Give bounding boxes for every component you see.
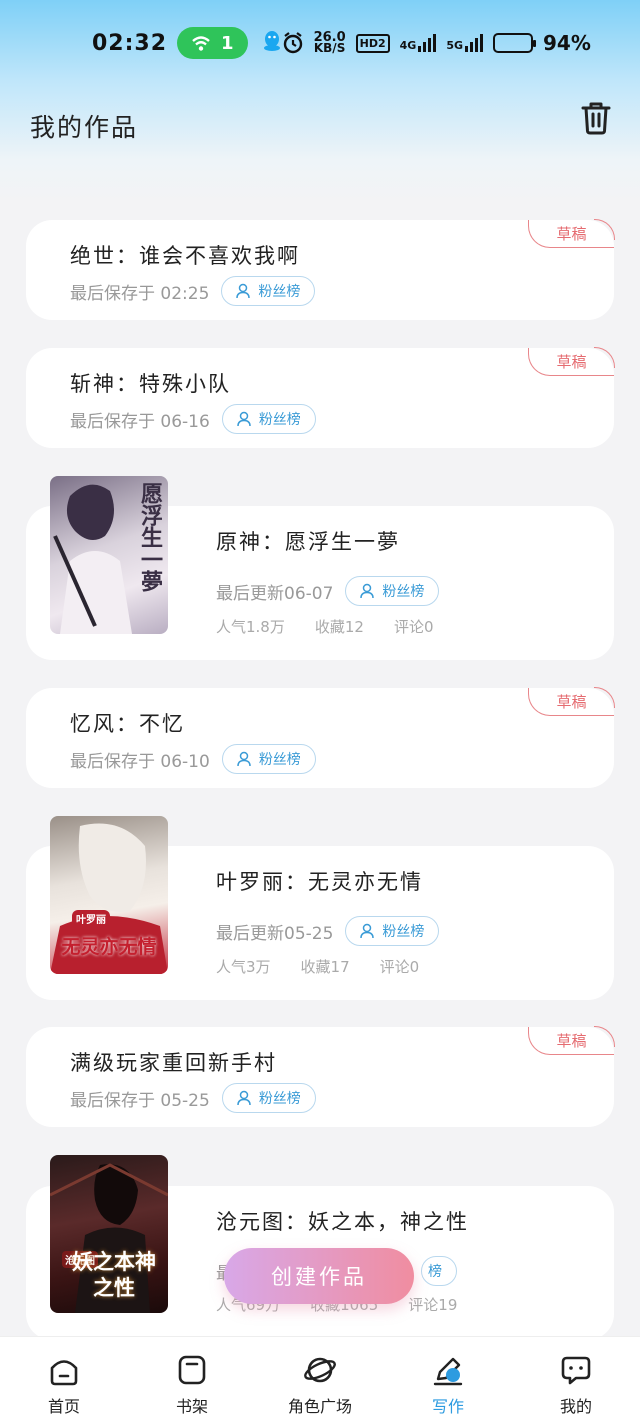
- work-title: 忆风：不忆: [70, 712, 185, 736]
- nav-label: 角色广场: [287, 1397, 352, 1416]
- last-updated-text: 最后更新06-07: [216, 583, 334, 604]
- wifi-count: 1: [221, 32, 234, 54]
- work-card[interactable]: 绝世：谁会不喜欢我啊 最后保存于 02:25 粉丝榜 草稿: [26, 219, 615, 320]
- network-4g: 4G: [400, 34, 437, 52]
- work-title: 绝世：谁会不喜欢我啊: [70, 244, 300, 268]
- work-title: 叶罗丽：无灵亦无情: [216, 870, 423, 894]
- nav-label: 首页: [47, 1397, 80, 1416]
- battery-percent: 94%: [543, 31, 591, 55]
- bookshelf-icon: [178, 1355, 206, 1385]
- cover-title: 愿浮生一夢: [137, 482, 163, 592]
- last-saved-text: 最后保存于 02:25: [70, 283, 210, 304]
- bottom-nav: 首页 书架 角色广场 写作 我的: [0, 1336, 640, 1422]
- wifi-icon: [192, 36, 210, 51]
- trash-button[interactable]: [578, 100, 614, 136]
- nav-label: 我的: [559, 1397, 592, 1416]
- fan-ranking-button[interactable]: 榜: [421, 1256, 457, 1286]
- wifi-hotspot-indicator: 1: [177, 27, 248, 59]
- last-saved-text: 最后保存于 05-25: [70, 1090, 210, 1111]
- net-speed: 26.0 KB/S: [313, 30, 346, 55]
- work-card[interactable]: 忆风：不忆 最后保存于 06-10 粉丝榜 草稿: [26, 687, 615, 788]
- work-meta: 最后保存于 06-16 粉丝榜: [70, 404, 316, 434]
- status-icons: 26.0 KB/S HD2 4G 5G 94%: [282, 31, 591, 55]
- draft-tag: 草稿: [528, 347, 615, 376]
- draft-tag: 草稿: [528, 1026, 615, 1055]
- create-work-button[interactable]: 创建作品: [224, 1248, 414, 1304]
- work-card[interactable]: 满级玩家重回新手村 最后保存于 05-25 粉丝榜 草稿: [26, 1026, 615, 1127]
- user-icon: [237, 751, 251, 767]
- qq-icon: [262, 30, 282, 57]
- fan-ranking-button[interactable]: 粉丝榜: [221, 276, 316, 306]
- fan-ranking-button[interactable]: 粉丝榜: [345, 916, 440, 946]
- work-meta: 最后更新06-07 粉丝榜: [216, 576, 440, 606]
- chat-bubble-icon: [561, 1356, 591, 1385]
- planet-icon: [304, 1357, 336, 1383]
- battery-icon: [493, 33, 537, 53]
- favorites-stat: 收藏17: [300, 958, 350, 976]
- signal-icon: [418, 34, 437, 52]
- book-cover[interactable]: 沧元图 妖之本神之性: [50, 1155, 168, 1313]
- alarm-icon: [283, 32, 302, 54]
- status-time: 02:32: [92, 30, 168, 56]
- work-title: 原神：愿浮生一夢: [216, 530, 400, 554]
- work-title: 沧元图：妖之本，神之性: [216, 1210, 469, 1234]
- work-card[interactable]: 斩神：特殊小队 最后保存于 06-16 粉丝榜 草稿: [26, 347, 615, 448]
- user-icon: [237, 1090, 251, 1106]
- book-cover[interactable]: 叶罗丽 无灵亦无情: [50, 816, 168, 974]
- home-icon: [50, 1360, 78, 1386]
- fan-ranking-button[interactable]: 粉丝榜: [221, 1083, 316, 1113]
- cover-subtitle: 叶罗丽: [72, 910, 110, 927]
- work-meta: 最后保存于 02:25 粉丝榜: [70, 276, 316, 306]
- user-icon: [236, 283, 251, 299]
- fan-ranking-button[interactable]: 粉丝榜: [345, 576, 440, 606]
- book-cover[interactable]: 愿浮生一夢: [50, 476, 168, 634]
- work-stats: 人气1.8万 收藏12 评论0: [216, 616, 434, 637]
- work-meta: 最后保存于 05-25 粉丝榜: [70, 1083, 316, 1113]
- work-meta: 最后更新05-25 粉丝榜: [216, 916, 440, 946]
- nav-item-mine[interactable]: 我的: [512, 1337, 640, 1422]
- work-meta: 最后保存于 06-10 粉丝榜: [70, 744, 316, 774]
- cover-title: 妖之本神之性: [72, 1249, 156, 1300]
- fan-ranking-button[interactable]: 粉丝榜: [221, 744, 316, 774]
- user-icon: [360, 923, 375, 939]
- work-stats: 人气3万 收藏17 评论0: [216, 956, 419, 977]
- comments-stat: 评论19: [408, 1296, 458, 1314]
- last-saved-text: 最后保存于 06-16: [70, 411, 210, 432]
- last-updated-text: 最后更新05-25: [216, 923, 334, 944]
- popularity-stat: 人气1.8万: [216, 618, 285, 636]
- signal-icon-2: [465, 34, 484, 52]
- network-5g: 5G: [446, 34, 484, 52]
- nav-item-character-square[interactable]: 角色广场: [256, 1337, 384, 1422]
- work-title: 满级玩家重回新手村: [70, 1051, 277, 1075]
- fan-ranking-button[interactable]: 粉丝榜: [221, 404, 316, 434]
- comments-stat: 评论0: [393, 618, 434, 636]
- trash-icon: [581, 102, 611, 135]
- draft-tag: 草稿: [528, 219, 615, 248]
- pen-icon: [433, 1357, 463, 1386]
- last-saved-text: 最后保存于 06-10: [70, 751, 210, 772]
- nav-label: 写作: [431, 1397, 464, 1416]
- cover-title: 无灵亦无情: [61, 936, 157, 958]
- popularity-stat: 人气3万: [216, 958, 271, 976]
- work-title: 斩神：特殊小队: [70, 372, 231, 396]
- hd-badge: HD2: [355, 33, 390, 53]
- draft-tag: 草稿: [528, 687, 615, 716]
- page-title: 我的作品: [30, 113, 139, 142]
- user-icon: [237, 411, 251, 427]
- user-icon: [360, 583, 375, 599]
- nav-item-home[interactable]: 首页: [0, 1337, 128, 1422]
- page-header: 我的作品: [0, 96, 640, 156]
- status-bar: 02:32 1 26.0 KB/S HD2 4G 5G 94%: [0, 0, 640, 86]
- favorites-stat: 收藏12: [314, 618, 364, 636]
- nav-item-writing[interactable]: 写作: [384, 1337, 512, 1422]
- nav-label: 书架: [175, 1397, 208, 1416]
- nav-item-bookshelf[interactable]: 书架: [128, 1337, 256, 1422]
- comments-stat: 评论0: [379, 958, 420, 976]
